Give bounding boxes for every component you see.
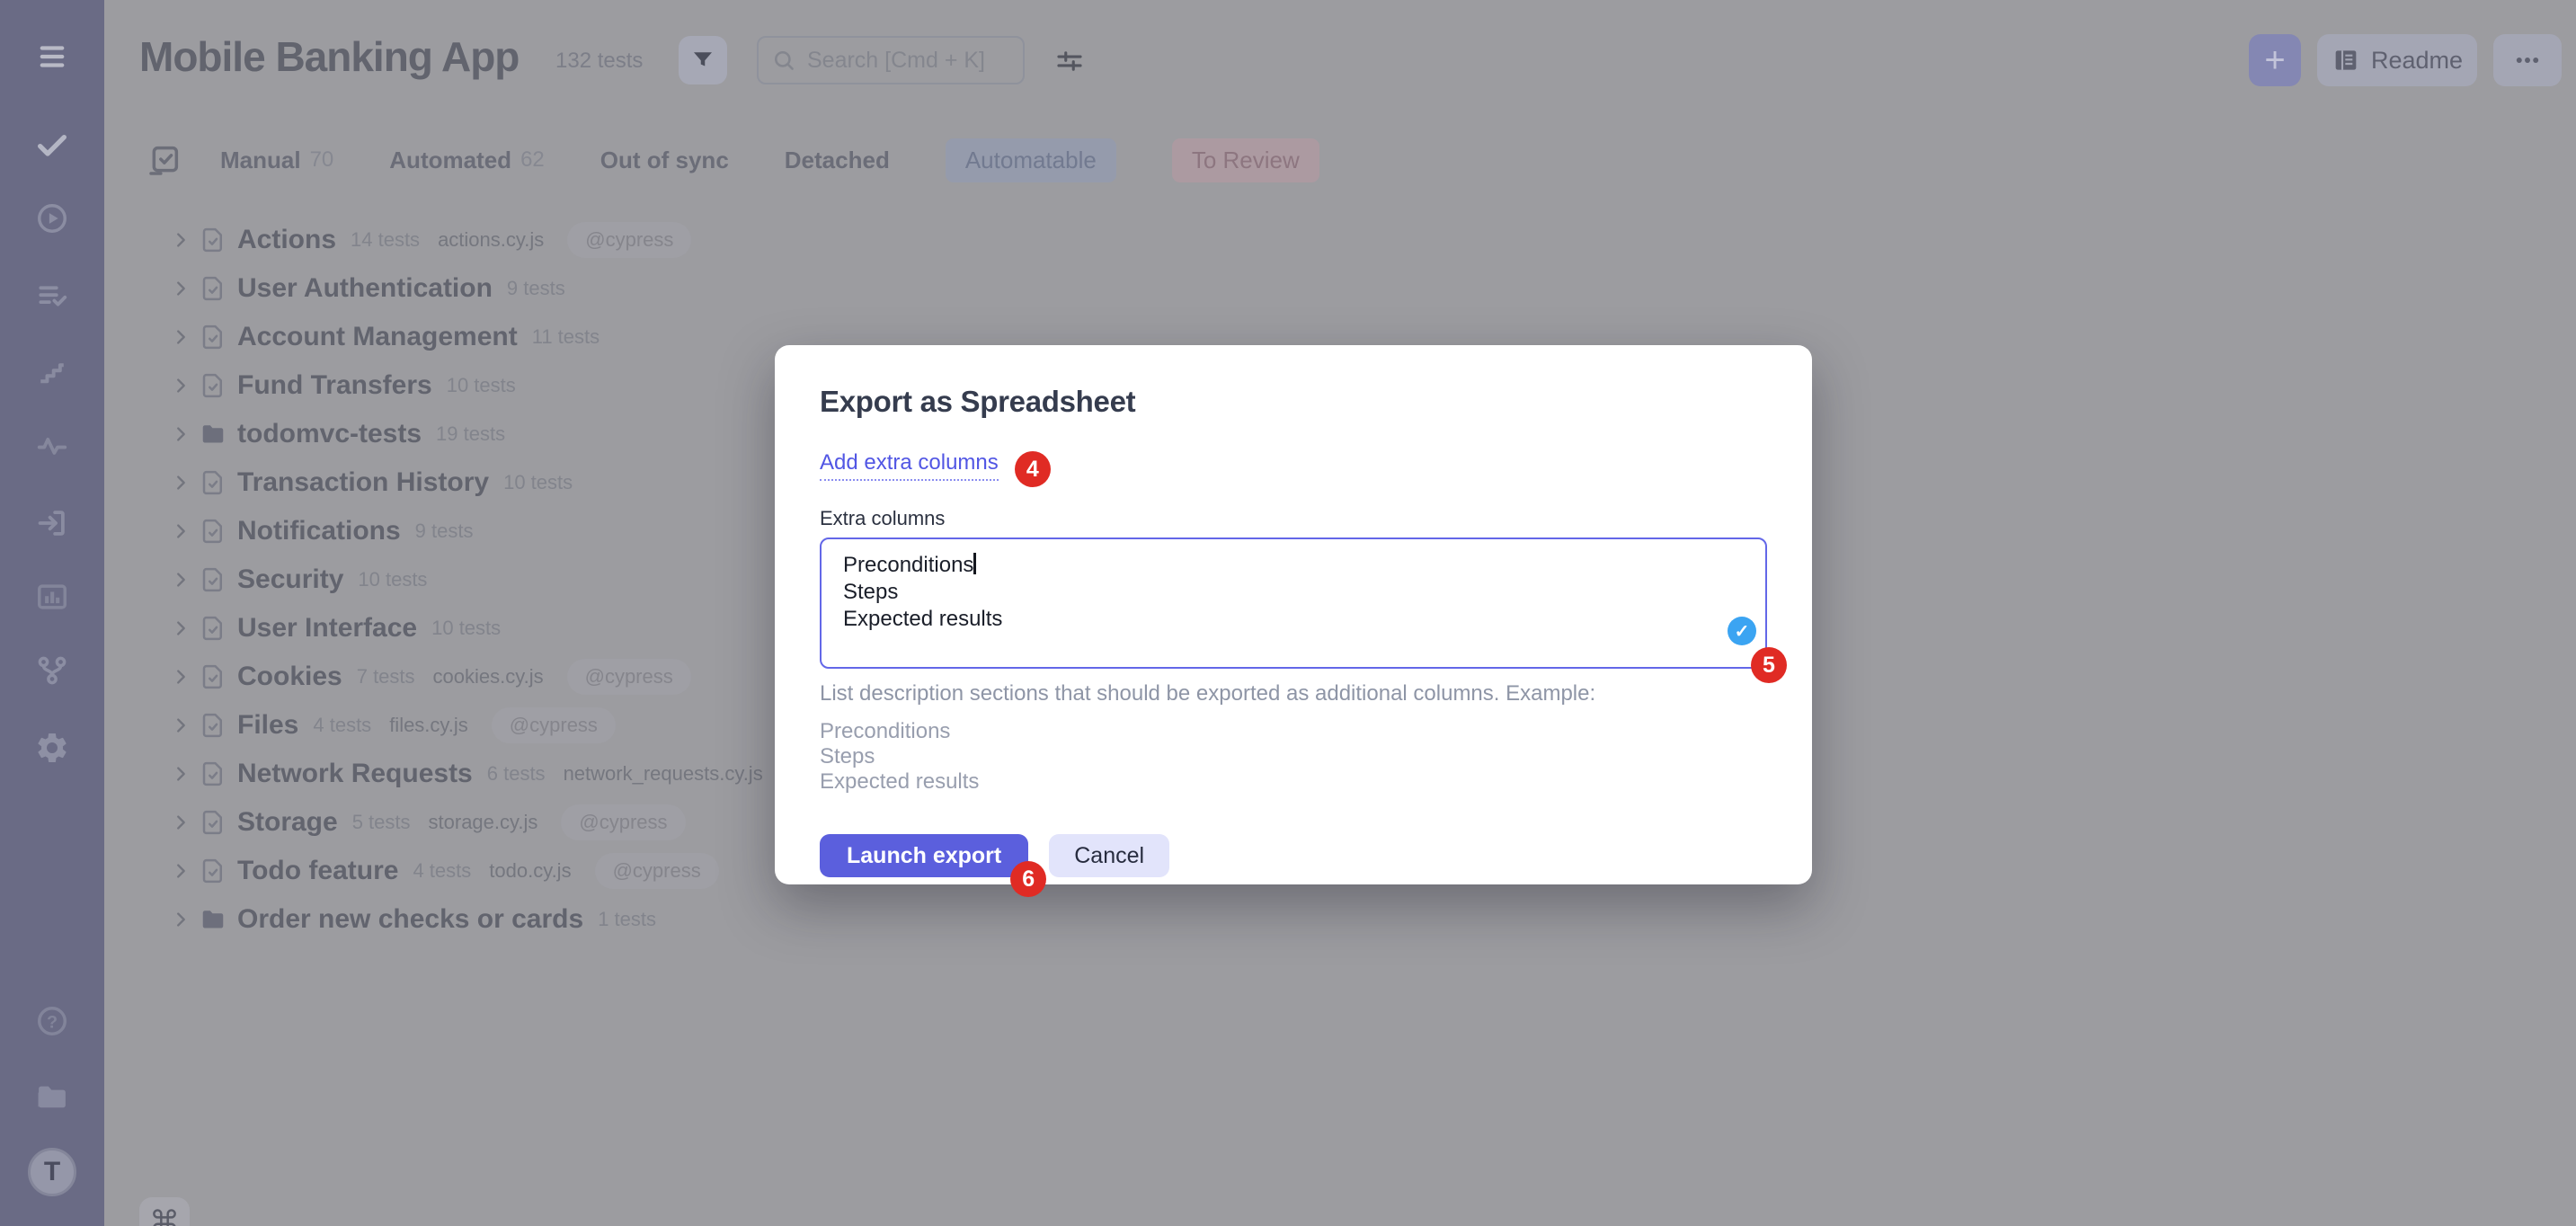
example-lines: Preconditions Steps Expected results	[820, 719, 1767, 795]
export-modal: Export as Spreadsheet Add extra columns …	[775, 345, 1812, 884]
valid-check-icon: ✓	[1728, 617, 1756, 645]
step-badge-5: 5	[1751, 647, 1787, 683]
launch-export-button[interactable]: Launch export 6	[820, 834, 1028, 877]
text-caret	[973, 553, 976, 574]
extra-columns-label: Extra columns	[820, 507, 1767, 530]
step-badge-6: 6	[1010, 861, 1046, 897]
add-extra-columns-link[interactable]: Add extra columns	[820, 450, 999, 481]
cancel-button[interactable]: Cancel	[1049, 834, 1169, 877]
extra-columns-textarea[interactable]: Preconditions Steps Expected results	[820, 537, 1767, 669]
step-badge-4: 4	[1015, 451, 1051, 487]
textarea-help-text: List description sections that should be…	[820, 681, 1767, 706]
modal-title: Export as Spreadsheet	[820, 385, 1767, 419]
